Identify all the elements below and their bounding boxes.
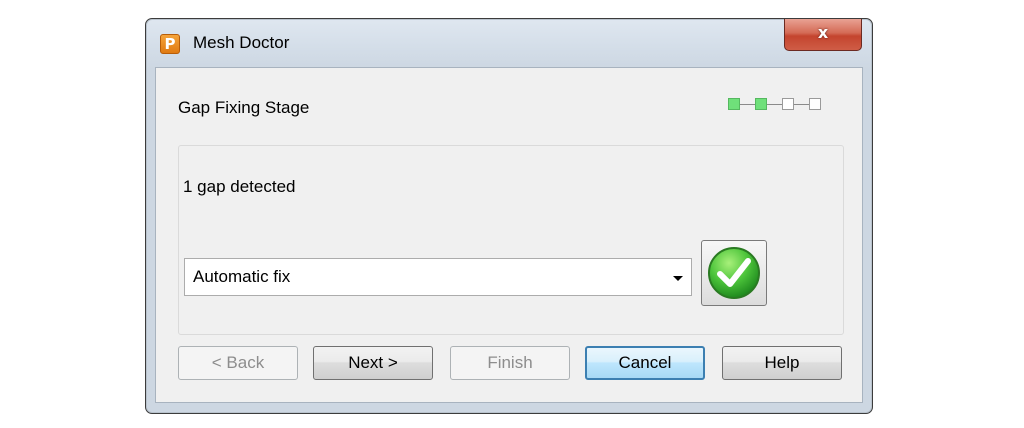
- apply-fix-button[interactable]: [701, 240, 767, 306]
- progress-step-1: [728, 98, 740, 110]
- green-check-icon: [708, 247, 760, 299]
- close-button[interactable]: x: [784, 19, 862, 51]
- stage-title: Gap Fixing Stage: [178, 98, 310, 117]
- app-icon: P: [160, 34, 180, 54]
- window-title: Mesh Doctor: [193, 33, 290, 52]
- mesh-doctor-window: P Mesh Doctor x Gap Fixing Stage 1 gap d…: [145, 18, 873, 414]
- next-button[interactable]: Next >: [313, 346, 433, 380]
- progress-step-4: [809, 98, 821, 110]
- stage-progress-indicator: [728, 98, 832, 112]
- help-button[interactable]: Help: [722, 346, 842, 380]
- cancel-button[interactable]: Cancel: [585, 346, 705, 380]
- gap-status-text: 1 gap detected: [183, 177, 296, 196]
- progress-step-3: [782, 98, 794, 110]
- dialog-client-area: Gap Fixing Stage 1 gap detected Automati…: [155, 67, 863, 403]
- progress-step-2: [755, 98, 767, 110]
- progress-connector: [794, 104, 809, 105]
- chevron-down-icon: [673, 276, 683, 281]
- back-button[interactable]: < Back: [178, 346, 298, 380]
- progress-connector: [767, 104, 782, 105]
- progress-connector: [740, 104, 755, 105]
- title-bar[interactable]: P Mesh Doctor x: [146, 19, 872, 67]
- fix-method-dropdown[interactable]: Automatic fix: [184, 258, 692, 296]
- fix-method-value: Automatic fix: [193, 267, 291, 286]
- finish-button[interactable]: Finish: [450, 346, 570, 380]
- gap-fix-panel: 1 gap detected Automatic fix: [178, 145, 844, 335]
